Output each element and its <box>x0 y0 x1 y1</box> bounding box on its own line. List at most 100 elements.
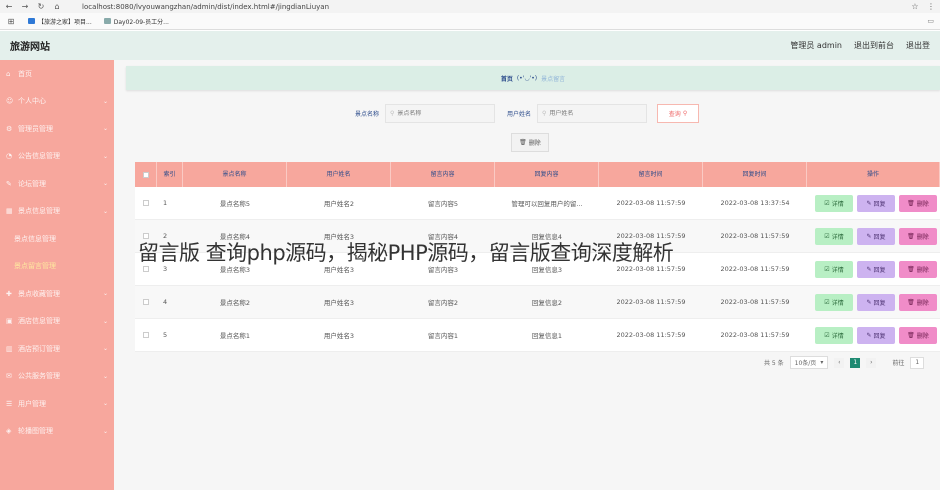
detail-button[interactable]: ☑ 详情 <box>815 260 853 278</box>
sidebar-item-6[interactable]: 景点信息管理 <box>0 225 114 253</box>
page-number-current[interactable]: 1 <box>850 357 861 368</box>
address-bar[interactable]: localhost:8080/lvyouwangzhan/admin/dist/… <box>82 3 329 11</box>
detail-button[interactable]: ☑ 详情 <box>815 293 853 311</box>
reply-button[interactable]: ✎ 回复 <box>857 326 895 344</box>
bookmark-2[interactable]: Day02-09-员工分... <box>103 17 169 26</box>
prev-page-button[interactable]: ‹ <box>834 357 845 368</box>
main-content: 首页 (•'◡'•) 景点留言 景点名称 ⚲ 用户姓名 ⚲ 查询 ⚲ 🗑 删除 … <box>114 60 940 490</box>
table-row: 1 景点名称5 用户姓名2 留言内容5 管理可以回复用户的留... 2022-03-08 … <box>135 187 940 220</box>
back-icon[interactable]: ← <box>4 2 14 11</box>
sidebar-item-13[interactable]: ◈ 轮播图管理 ⌄ <box>0 418 114 446</box>
row-checkbox[interactable] <box>135 298 157 306</box>
breadcrumb: 首页 (•'◡'•) 景点留言 <box>126 66 940 90</box>
bookmark-icon <box>103 18 111 24</box>
sidebar-item-11[interactable]: ✉ 公共服务管理 ⌄ <box>0 363 114 391</box>
batch-delete-button[interactable]: 🗑 删除 <box>511 133 549 152</box>
forward-icon[interactable]: → <box>20 2 30 11</box>
service-icon: ✉ <box>6 372 12 381</box>
trash-icon: 🗑 <box>907 265 915 273</box>
cell-idx: 4 <box>163 298 168 306</box>
bookmark-1[interactable]: 【旅游之家】项目... <box>28 17 92 26</box>
menu-icon[interactable]: ⋮ <box>926 2 936 11</box>
sidebar-item-1[interactable]: ☺ 个人中心 ⌄ <box>0 88 114 116</box>
edit-icon: ✎ <box>866 199 872 207</box>
row-checkbox[interactable] <box>135 331 157 339</box>
search-icon: ⚲ <box>682 109 688 117</box>
delete-button[interactable]: 🗑 删除 <box>899 326 937 344</box>
home-icon[interactable]: ⌂ <box>52 2 62 11</box>
admin-icon: ⚙ <box>6 124 13 133</box>
app-title: 旅游网站 <box>10 42 50 53</box>
scenic-icon: ▦ <box>6 207 13 216</box>
row-actions: ☑ 详情 ✎ 回复 🗑 删除 <box>807 326 940 344</box>
user-name-field[interactable]: ⚲ <box>537 103 648 123</box>
sidebar-item-0[interactable]: ⌂ 首页 <box>0 60 114 88</box>
cell-msg: 留言内容5 <box>427 200 459 208</box>
user-name-input[interactable] <box>549 109 640 117</box>
delete-button[interactable]: 🗑 删除 <box>899 227 937 245</box>
breadcrumb-home[interactable]: 首页 <box>501 74 513 83</box>
cell-name: 景点名称1 <box>219 332 251 340</box>
forum-icon: ✎ <box>6 179 12 188</box>
cell-mtime: 2022-03-08 11:57:59 <box>616 298 686 306</box>
delete-button[interactable]: 🗑 删除 <box>899 260 937 278</box>
row-actions: ☑ 详情 ✎ 回复 🗑 删除 <box>807 194 940 212</box>
sidebar-item-12[interactable]: ☰ 用户管理 ⌄ <box>0 390 114 418</box>
detail-button[interactable]: ☑ 详情 <box>815 194 853 212</box>
delete-button[interactable]: 🗑 删除 <box>899 194 937 212</box>
logout-link[interactable]: 退出登 <box>906 40 930 51</box>
sidebar-item-2[interactable]: ⚙ 管理员管理 ⌄ <box>0 115 114 143</box>
reply-button[interactable]: ✎ 回复 <box>857 227 895 245</box>
reply-button[interactable]: ✎ 回复 <box>857 260 895 278</box>
sidebar-item-label: 公共服务管理 <box>18 372 60 381</box>
star-icon[interactable]: ☆ <box>910 2 920 11</box>
goto-page-input[interactable]: 1 <box>910 356 925 369</box>
cell-reply: 管理可以回复用户的留... <box>511 200 583 208</box>
breadcrumb-separator: (•'◡'•) <box>516 74 538 82</box>
sidebar-item-7[interactable]: 景点留言管理 <box>0 253 114 281</box>
sidebar-item-9[interactable]: ▣ 酒店信息管理 ⌄ <box>0 308 114 336</box>
query-button[interactable]: 查询 ⚲ <box>657 103 700 123</box>
select-all-checkbox[interactable] <box>135 162 157 187</box>
search-icon: ⚲ <box>542 109 547 117</box>
folder-icon[interactable]: ▭ <box>927 17 934 25</box>
reply-button[interactable]: ✎ 回复 <box>857 293 895 311</box>
apps-icon[interactable]: ⊞ <box>6 17 16 26</box>
next-page-button[interactable]: › <box>866 357 877 368</box>
detail-button[interactable]: ☑ 详情 <box>815 326 853 344</box>
cell-user: 用户姓名3 <box>323 332 355 340</box>
sidebar-item-8[interactable]: ✚ 景点收藏管理 ⌄ <box>0 280 114 308</box>
row-checkbox[interactable] <box>135 199 157 207</box>
sidebar-item-4[interactable]: ✎ 论坛管理 ⌄ <box>0 170 114 198</box>
chevron-down-icon: ⌄ <box>102 207 108 215</box>
page-size-select[interactable]: 10条/页 ▾ <box>789 356 829 369</box>
back-to-front-link[interactable]: 退出到前台 <box>854 40 894 51</box>
chevron-down-icon: ⌄ <box>102 97 108 105</box>
col-index: 索引 <box>157 162 183 187</box>
col-message-time: 留言时间 <box>599 162 703 187</box>
edit-icon: ✎ <box>866 265 872 273</box>
col-reply: 回复内容 <box>495 162 599 187</box>
bookmark-icon <box>28 18 35 24</box>
sidebar-item-label: 酒店信息管理 <box>18 317 60 326</box>
sidebar-item-3[interactable]: ◔ 公告信息管理 ⌄ <box>0 143 114 171</box>
scenic-name-input[interactable] <box>397 109 488 117</box>
chevron-down-icon: ⌄ <box>102 125 108 133</box>
sidebar-item-label: 用户管理 <box>18 399 46 408</box>
row-actions: ☑ 详情 ✎ 回复 🗑 删除 <box>807 293 940 311</box>
hotel-icon: ▣ <box>6 317 13 326</box>
sidebar-item-10[interactable]: ▥ 酒店预订管理 ⌄ <box>0 335 114 363</box>
sidebar-item-5[interactable]: ▦ 景点信息管理 ⌄ <box>0 198 114 226</box>
scenic-name-field[interactable]: ⚲ <box>385 103 495 123</box>
sidebar-item-label: 管理员管理 <box>18 124 53 133</box>
reload-icon[interactable]: ↻ <box>36 2 46 11</box>
detail-button[interactable]: ☑ 详情 <box>815 227 853 245</box>
trash-icon: 🗑 <box>907 199 915 207</box>
chevron-down-icon: ⌄ <box>102 152 108 160</box>
collect-icon: ✚ <box>6 289 12 298</box>
reply-button[interactable]: ✎ 回复 <box>857 194 895 212</box>
edit-icon: ✎ <box>866 331 872 339</box>
sidebar-item-label: 论坛管理 <box>18 179 46 188</box>
delete-button[interactable]: 🗑 删除 <box>899 293 937 311</box>
trash-icon: 🗑 <box>907 331 915 339</box>
